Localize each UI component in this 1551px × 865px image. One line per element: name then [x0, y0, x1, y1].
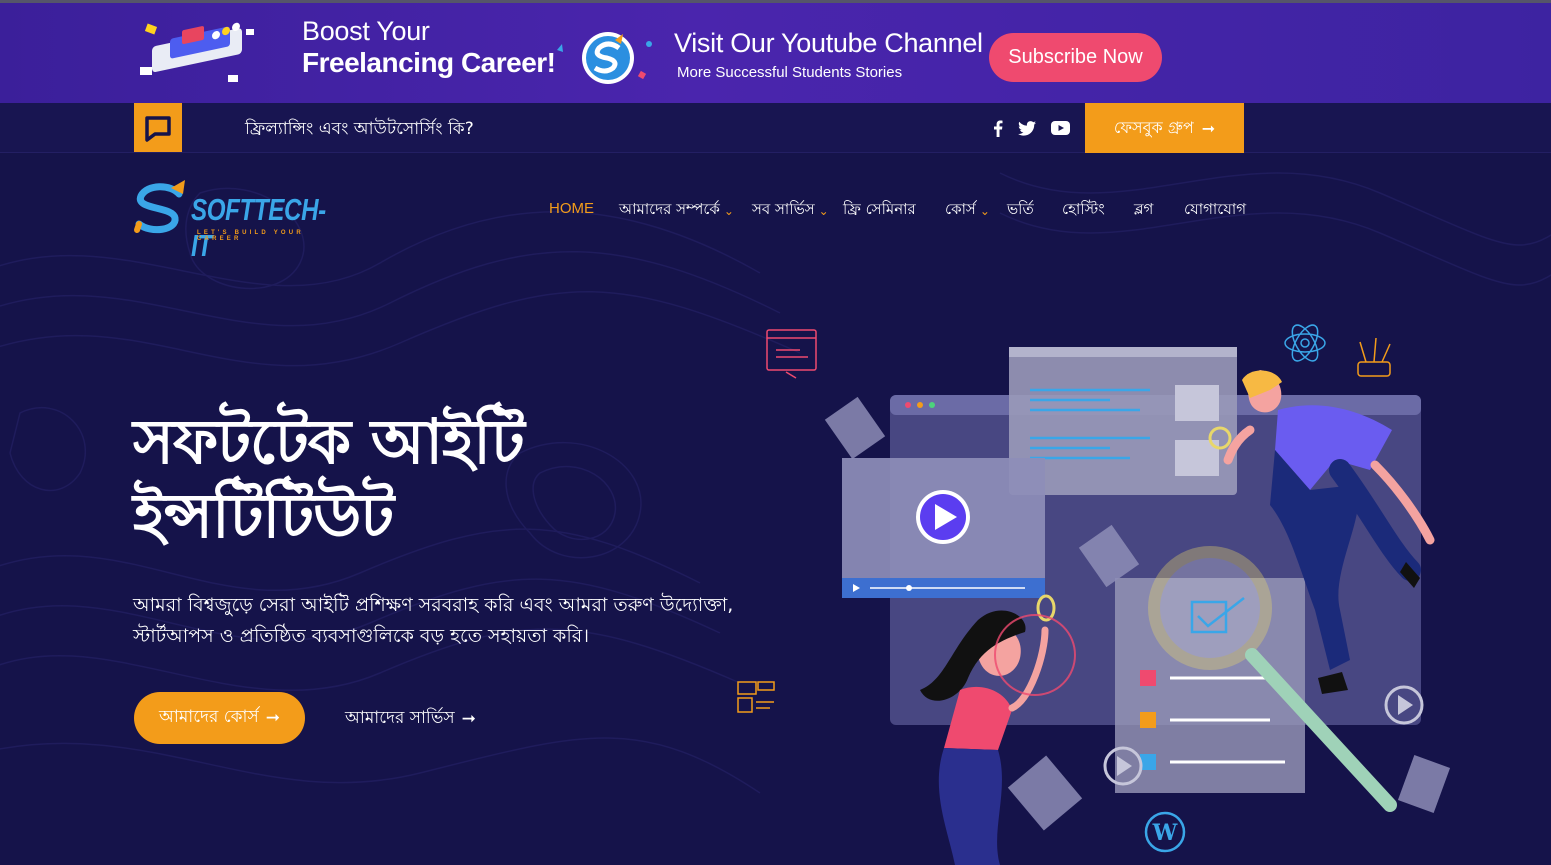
nav-label: সব সার্ভিস — [752, 200, 815, 218]
nav-label: ফ্রি সেমিনার — [843, 200, 916, 218]
promo-youtube-sub: More Successful Students Stories — [677, 64, 903, 81]
chevron-down-icon: ⌄ — [979, 203, 990, 218]
youtube-icon[interactable] — [1050, 118, 1070, 138]
topbar-link[interactable]: ফ্রিল্যান্সিং এবং আউটসোর্সিং কি? — [245, 116, 474, 144]
hero-title: সফটটেক আইটি ইন্সটিটিউট — [133, 405, 525, 553]
nav-label: যোগাযোগ — [1184, 200, 1247, 218]
facebook-group-label: ফেসবুক গ্রুপ — [1113, 117, 1194, 137]
code-window-icon — [766, 329, 817, 379]
chevron-down-icon: ⌄ — [818, 203, 829, 218]
pencils-icon — [1357, 337, 1391, 377]
nav-course[interactable]: কোর্স ⌄ — [945, 198, 990, 223]
promo-youtube-text: Visit Our Youtube Channel More Successfu… — [674, 27, 983, 84]
nav-blog[interactable]: ব্লগ — [1134, 198, 1153, 223]
nav-label: কোর্স — [945, 200, 976, 218]
workflow-icon — [737, 681, 775, 713]
nav-services[interactable]: সব সার্ভিস ⌄ — [752, 198, 829, 223]
atom-icon — [1284, 324, 1326, 362]
nav-label: ভর্তি — [1007, 200, 1034, 218]
hero-description: আমরা বিশ্বজুড়ে সেরা আইটি প্রশিক্ষণ সরবর… — [133, 594, 734, 647]
promo-banner[interactable]: Boost Your Freelancing Career! Visit Our… — [0, 0, 1551, 103]
our-services-label: আমাদের সার্ভিস — [345, 708, 455, 728]
subscribe-button[interactable]: Subscribe Now — [989, 33, 1162, 82]
softtech-logo-icon — [557, 32, 652, 84]
our-courses-button[interactable]: আমাদের কোর্স ➞ — [134, 692, 305, 744]
nav-home[interactable]: HOME — [549, 200, 594, 217]
our-courses-label: আমাদের কোর্স — [159, 707, 259, 727]
twitter-icon[interactable] — [1017, 118, 1037, 138]
promo-boost-line1: Boost Your — [302, 16, 430, 46]
nav-hosting[interactable]: হোস্টিং — [1062, 198, 1105, 223]
our-services-button[interactable]: আমাদের সার্ভিস ➞ — [345, 705, 476, 733]
nav-label: হোস্টিং — [1062, 200, 1105, 218]
site-logo[interactable]: SOFTTECH-IT LET'S BUILD YOUR CAREER — [133, 180, 343, 263]
promo-youtube-title: Visit Our Youtube Channel — [674, 28, 983, 58]
hero-title-line2: ইন্সটিটিউট — [133, 479, 394, 552]
freelancing-illustration — [140, 22, 254, 82]
nav-label: ব্লগ — [1134, 200, 1154, 218]
nav-contact[interactable]: যোগাযোগ — [1184, 198, 1246, 223]
nav-label: HOME — [549, 200, 594, 217]
hero-title-line1: সফটটেক আইটি — [133, 405, 525, 478]
nav-admission[interactable]: ভর্তি — [1007, 198, 1034, 223]
wordpress-icon: W — [1144, 811, 1186, 853]
nav-label: আমাদের সম্পর্কে — [619, 200, 720, 218]
arrow-right-icon: ➞ — [265, 708, 280, 728]
top-bar: ফ্রিল্যান্সিং এবং আউটসোর্সিং কি? ফেসবুক … — [0, 103, 1551, 153]
logo-s-icon — [134, 180, 185, 234]
nav-about[interactable]: আমাদের সম্পর্কে ⌄ — [619, 198, 734, 223]
chevron-down-icon: ⌄ — [723, 203, 734, 218]
logo-tagline: LET'S BUILD YOUR CAREER — [197, 230, 304, 242]
svg-text:W: W — [1152, 820, 1178, 846]
promo-boost-line2: Freelancing Career! — [302, 47, 556, 78]
facebook-group-button[interactable]: ফেসবুক গ্রুপ ➞ — [1085, 103, 1244, 153]
facebook-icon[interactable] — [988, 118, 1008, 138]
hero-illustration: W — [737, 324, 1451, 865]
nav-free-seminar[interactable]: ফ্রি সেমিনার — [843, 198, 916, 223]
promo-boost-text: Boost Your Freelancing Career! — [302, 16, 556, 80]
arrow-right-icon: ➞ — [1201, 118, 1216, 138]
chat-icon[interactable] — [134, 103, 182, 152]
logo-brand: SOFTTECH-IT — [191, 192, 326, 263]
arrow-right-icon: ➞ — [461, 709, 476, 729]
